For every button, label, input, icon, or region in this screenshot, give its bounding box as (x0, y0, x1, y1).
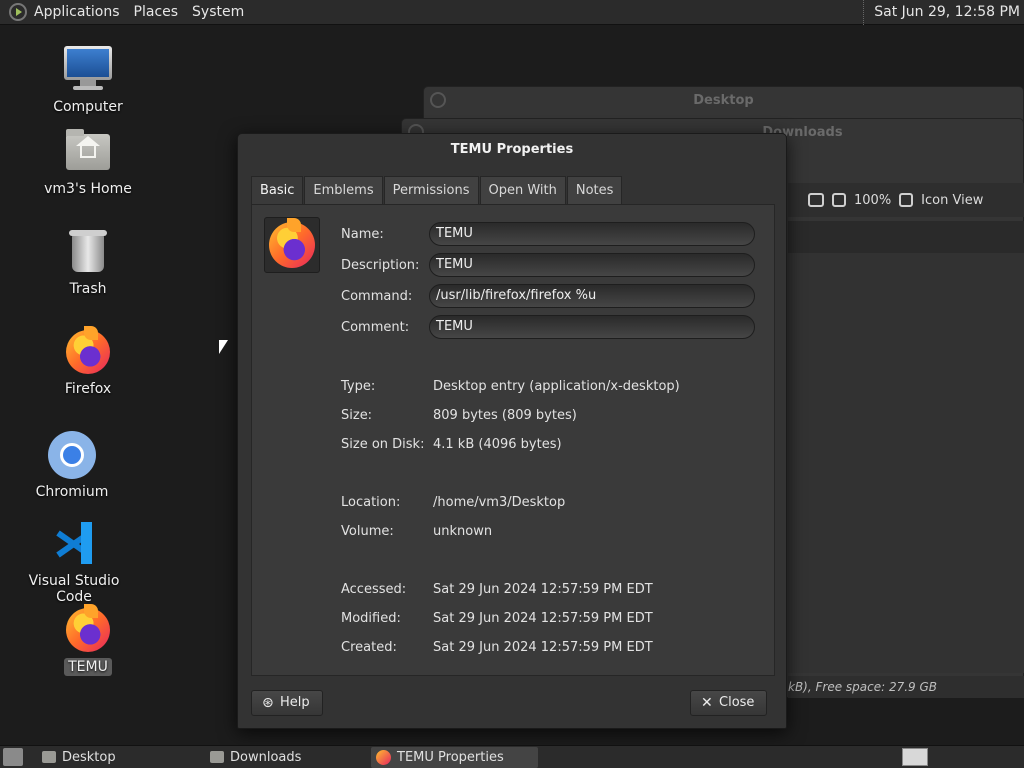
workspace-switcher[interactable] (902, 748, 928, 766)
trash-icon (64, 228, 112, 276)
zoom-in-icon[interactable] (899, 193, 914, 207)
tab-emblems[interactable]: Emblems (304, 176, 383, 204)
desktop-icon-label: Chromium (35, 484, 109, 500)
status-bar: kB), Free space: 27.9 GB (788, 676, 1024, 698)
modified-value: Sat 29 Jun 2024 12:57:59 PM EDT (433, 611, 653, 626)
volume-label: Volume: (341, 524, 394, 539)
zoom-level: 100% (854, 192, 892, 208)
close-button-label: Close (719, 695, 755, 710)
type-value: Desktop entry (application/x-desktop) (433, 379, 680, 394)
vscode-icon (50, 520, 98, 568)
desktop-icon-label: Firefox (64, 381, 112, 397)
firefox-icon (64, 326, 112, 376)
basic-panel: Name: TEMU Description: TEMU Command: /u… (251, 204, 775, 676)
desktop-icon-label: Visual Studio Code (28, 573, 120, 605)
desktop-icon-label: Computer (53, 99, 123, 115)
tab-open-with[interactable]: Open With (479, 176, 566, 204)
location-bar (788, 221, 1024, 253)
desktop-icon-temu[interactable]: TEMU (28, 604, 148, 676)
created-value: Sat 29 Jun 2024 12:57:59 PM EDT (433, 640, 653, 655)
computer-icon (64, 46, 112, 94)
location-label: Location: (341, 495, 401, 510)
desktop-icon-trash[interactable]: Trash (28, 228, 148, 298)
folder-icon (42, 751, 56, 763)
tab-basic[interactable]: Basic (251, 176, 304, 204)
tab-notes[interactable]: Notes (566, 176, 623, 204)
computer-icon[interactable] (808, 193, 824, 207)
task-label: Downloads (230, 750, 302, 765)
size-on-disk-label: Size on Disk: (341, 437, 425, 452)
location-value: /home/vm3/Desktop (433, 495, 566, 510)
task-desktop[interactable]: Desktop (36, 747, 196, 768)
file-icon-button[interactable] (264, 217, 320, 273)
desktop-icon-label: Trash (69, 281, 107, 297)
name-label: Name: (341, 227, 384, 242)
firefox-icon (269, 218, 315, 268)
name-field[interactable]: TEMU (429, 222, 755, 246)
desktop-icon-home[interactable]: vm3's Home (28, 128, 148, 198)
close-icon: ✕ (701, 695, 713, 711)
command-label: Command: (341, 289, 413, 304)
mouse-cursor (219, 340, 228, 354)
properties-dialog: TEMU Properties Basic Emblems Permission… (237, 133, 787, 729)
zoom-out-icon[interactable] (832, 193, 846, 207)
firefox-icon (64, 604, 112, 654)
menu-places[interactable]: Places (127, 0, 186, 25)
desktop-icon-label: vm3's Home (44, 181, 132, 197)
menu-applications[interactable]: Applications (27, 0, 127, 25)
desktop-icon-firefox[interactable]: Firefox (28, 326, 148, 398)
type-label: Type: (341, 379, 376, 394)
task-label: Desktop (62, 750, 116, 765)
file-view[interactable] (788, 253, 1024, 673)
size-on-disk-value: 4.1 kB (4096 bytes) (433, 437, 562, 452)
menu-system[interactable]: System (185, 0, 251, 25)
firefox-icon (376, 750, 391, 765)
desktop-icon-vscode[interactable]: Visual Studio Code (14, 520, 134, 606)
distro-logo-icon[interactable] (9, 3, 27, 21)
clock[interactable]: Sat Jun 29, 12:58 PM (863, 0, 1020, 25)
size-value: 809 bytes (809 bytes) (433, 408, 577, 423)
chromium-icon (48, 431, 96, 479)
tab-permissions[interactable]: Permissions (383, 176, 479, 204)
description-field[interactable]: TEMU (429, 253, 755, 277)
dialog-title: TEMU Properties (450, 142, 574, 157)
home-folder-icon (64, 128, 112, 176)
desktop-icon-label: TEMU (64, 658, 112, 676)
bottom-taskbar: Desktop Downloads TEMU Properties (0, 745, 1024, 768)
view-mode-select[interactable]: Icon View (921, 193, 983, 208)
volume-value: unknown (433, 524, 493, 539)
close-button[interactable]: ✕ Close (690, 690, 768, 716)
accessed-label: Accessed: (341, 582, 407, 597)
comment-label: Comment: (341, 320, 410, 335)
task-temu-properties[interactable]: TEMU Properties (371, 747, 538, 768)
task-label: TEMU Properties (397, 750, 504, 765)
help-button-label: Help (280, 695, 310, 710)
created-label: Created: (341, 640, 397, 655)
desktop-icon-chromium[interactable]: Chromium (12, 431, 132, 501)
close-icon[interactable] (430, 92, 446, 108)
folder-icon (210, 751, 224, 763)
comment-field[interactable]: TEMU (429, 315, 755, 339)
tab-bar: Basic Emblems Permissions Open With Note… (251, 176, 623, 204)
desktop-icon-computer[interactable]: Computer (28, 46, 148, 116)
size-label: Size: (341, 408, 373, 423)
help-icon: ⊛ (262, 695, 274, 711)
window-title: Desktop (693, 93, 754, 108)
accessed-value: Sat 29 Jun 2024 12:57:59 PM EDT (433, 582, 653, 597)
task-downloads[interactable]: Downloads (204, 747, 364, 768)
command-field[interactable]: /usr/lib/firefox/firefox %u (429, 284, 755, 308)
modified-label: Modified: (341, 611, 401, 626)
file-manager-toolbar: 100% Icon View (788, 183, 1024, 217)
description-label: Description: (341, 258, 420, 273)
help-button[interactable]: ⊛ Help (251, 690, 323, 716)
show-desktop-icon[interactable] (3, 748, 23, 766)
top-panel: Applications Places System Sat Jun 29, 1… (0, 0, 1024, 25)
